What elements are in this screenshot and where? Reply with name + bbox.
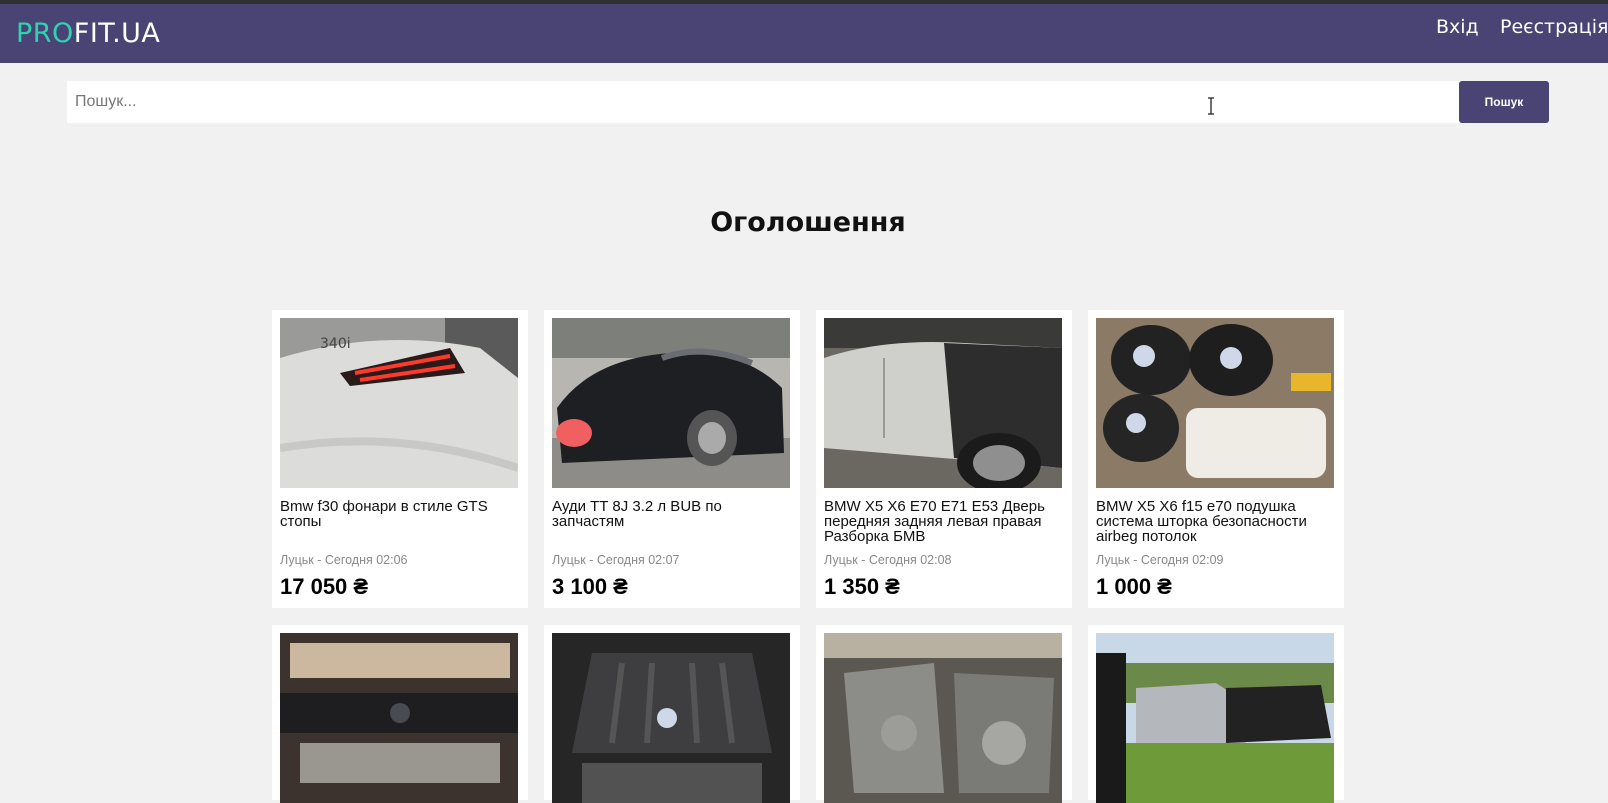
listing-meta: Луцьк - Сегодня 02:06 — [280, 553, 408, 567]
listing-price: 3 100 ₴ — [552, 574, 628, 599]
search-input[interactable] — [67, 81, 1459, 123]
search-button[interactable]: Пошук — [1459, 81, 1549, 123]
search-bar: Пошук — [67, 81, 1549, 123]
listing-photo[interactable] — [824, 633, 1062, 803]
listing-card[interactable]: BMW X5 X6 E70 E71 E53 Дверь передняя зад… — [816, 310, 1072, 608]
listing-photo[interactable] — [552, 633, 790, 803]
login-link[interactable]: Вхід — [1436, 16, 1479, 38]
listing-card[interactable] — [272, 625, 528, 803]
site-logo[interactable]: PROFIT.UA — [16, 18, 160, 49]
listing-photo[interactable] — [1096, 633, 1334, 803]
listing-card[interactable] — [816, 625, 1072, 803]
listing-price: 1 350 ₴ — [824, 574, 900, 599]
listing-title[interactable]: BMW X5 X6 E70 E71 E53 Дверь передняя зад… — [824, 499, 1064, 544]
page-title: Оголошення — [710, 207, 906, 238]
logo-rest: FIT.UA — [73, 18, 161, 49]
listing-card[interactable]: 340i Bmw f30 фонари в стиле GTS стопы Лу… — [272, 310, 528, 608]
listing-price: 1 000 ₴ — [1096, 574, 1172, 599]
listing-photo[interactable] — [824, 318, 1062, 488]
listing-title[interactable]: BMW X5 X6 f15 e70 подушка система шторка… — [1096, 499, 1336, 544]
svg-text:340i: 340i — [320, 336, 351, 352]
listing-card[interactable] — [544, 625, 800, 803]
listing-photo[interactable] — [552, 318, 790, 488]
logo-pro: PRO — [16, 18, 74, 49]
listing-meta: Луцьк - Сегодня 02:08 — [824, 553, 952, 567]
listing-card[interactable]: Ауди TT 8J 3.2 л BUB по запчастям Луцьк … — [544, 310, 800, 608]
listing-meta: Луцьк - Сегодня 02:07 — [552, 553, 680, 567]
site-header: PROFIT.UA Вхід Реєстрація — [0, 4, 1608, 63]
listing-card[interactable]: BMW X5 X6 f15 e70 подушка система шторка… — [1088, 310, 1344, 608]
listing-card[interactable] — [1088, 625, 1344, 803]
listing-title[interactable]: Ауди TT 8J 3.2 л BUB по запчастям — [552, 499, 792, 529]
register-link[interactable]: Реєстрація — [1500, 16, 1608, 38]
text-cursor-icon — [1208, 97, 1214, 115]
listing-title[interactable]: Bmw f30 фонари в стиле GTS стопы — [280, 499, 520, 529]
listing-price: 17 050 ₴ — [280, 574, 369, 599]
listing-photo[interactable]: 340i — [280, 318, 518, 488]
listing-meta: Луцьк - Сегодня 02:09 — [1096, 553, 1224, 567]
listing-photo[interactable] — [1096, 318, 1334, 488]
listing-photo[interactable] — [280, 633, 518, 803]
